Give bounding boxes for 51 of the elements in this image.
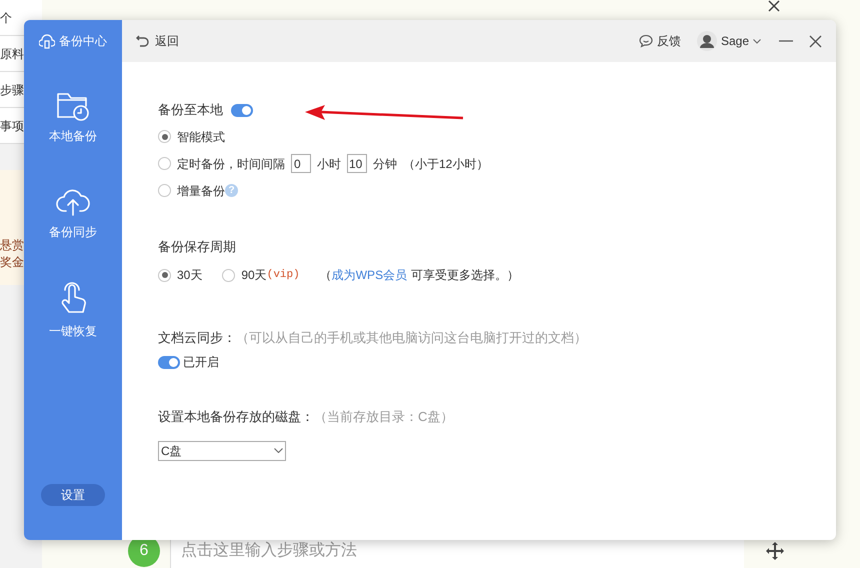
close-icon[interactable] — [809, 34, 822, 48]
vip-tag: (vip) — [266, 266, 300, 284]
note-bracket: （ — [320, 267, 332, 284]
section-title: 备份保存周期 — [158, 238, 237, 256]
radio-button[interactable] — [158, 157, 171, 170]
hours-field[interactable]: 0 — [291, 154, 311, 173]
chat-bubble-icon — [638, 34, 653, 48]
unit-label: 分钟 — [373, 156, 397, 172]
radio-button[interactable] — [158, 184, 171, 197]
chevron-down-icon — [274, 448, 283, 453]
option-label: 定时备份，时间间隔 — [177, 156, 285, 172]
minutes-field[interactable]: 10 — [347, 154, 367, 173]
section-hint: （当前存放目录：C盘） — [314, 408, 454, 426]
cloud-doc-icon — [39, 33, 55, 49]
option-label: 增量备份 — [177, 182, 225, 200]
radio-button[interactable] — [222, 268, 236, 282]
disk-dropdown[interactable]: C盘 — [158, 440, 286, 460]
brand-title: 备份中心 — [59, 33, 107, 50]
undo-icon — [136, 35, 149, 47]
minimize-icon[interactable] — [779, 40, 793, 42]
feedback-button[interactable]: 反馈 — [638, 32, 681, 50]
back-button[interactable]: 返回 — [136, 32, 179, 50]
member-link[interactable]: 成为WPS会员 — [332, 266, 408, 284]
radio-button[interactable] — [158, 130, 171, 143]
option-label: 智能模式 — [177, 128, 225, 146]
unit-label: 小时 — [317, 156, 341, 172]
promo-text: 悬赏 — [0, 237, 25, 254]
settings-button[interactable]: 设置 — [41, 484, 105, 506]
nav-item[interactable]: 一键恢复 — [49, 270, 97, 350]
nav-item[interactable]: 备份同步 — [49, 174, 97, 254]
toggle-switch[interactable] — [231, 104, 253, 116]
nav-item[interactable]: 本地备份 — [49, 78, 97, 158]
toggle-switch[interactable] — [158, 356, 180, 368]
radio-button[interactable] — [158, 268, 171, 282]
promo-text: 奖金 — [0, 254, 25, 271]
status-label: 已开启 — [183, 354, 219, 371]
option-label: 30天 — [177, 267, 202, 284]
section-title: 设置本地备份存放的磁盘： — [158, 408, 314, 426]
user-menu[interactable]: Sage — [696, 31, 761, 51]
avatar-icon — [696, 31, 717, 51]
member-note: 可享受更多选择。） — [411, 267, 520, 284]
close-icon[interactable] — [768, 0, 780, 12]
folder-clock-icon — [56, 91, 90, 121]
limit-note: （小于12小时） — [403, 156, 488, 172]
section-title: 文档云同步： — [158, 328, 236, 346]
section-hint: （可以从自己的手机或其他电脑访问这台电脑打开过的文档） — [236, 328, 587, 346]
move-icon[interactable] — [766, 542, 784, 560]
section-title: 备份至本地 — [158, 101, 223, 120]
option-label: 90天 — [241, 267, 267, 284]
chevron-down-icon — [753, 38, 761, 44]
cloud-upload-icon — [55, 187, 91, 217]
